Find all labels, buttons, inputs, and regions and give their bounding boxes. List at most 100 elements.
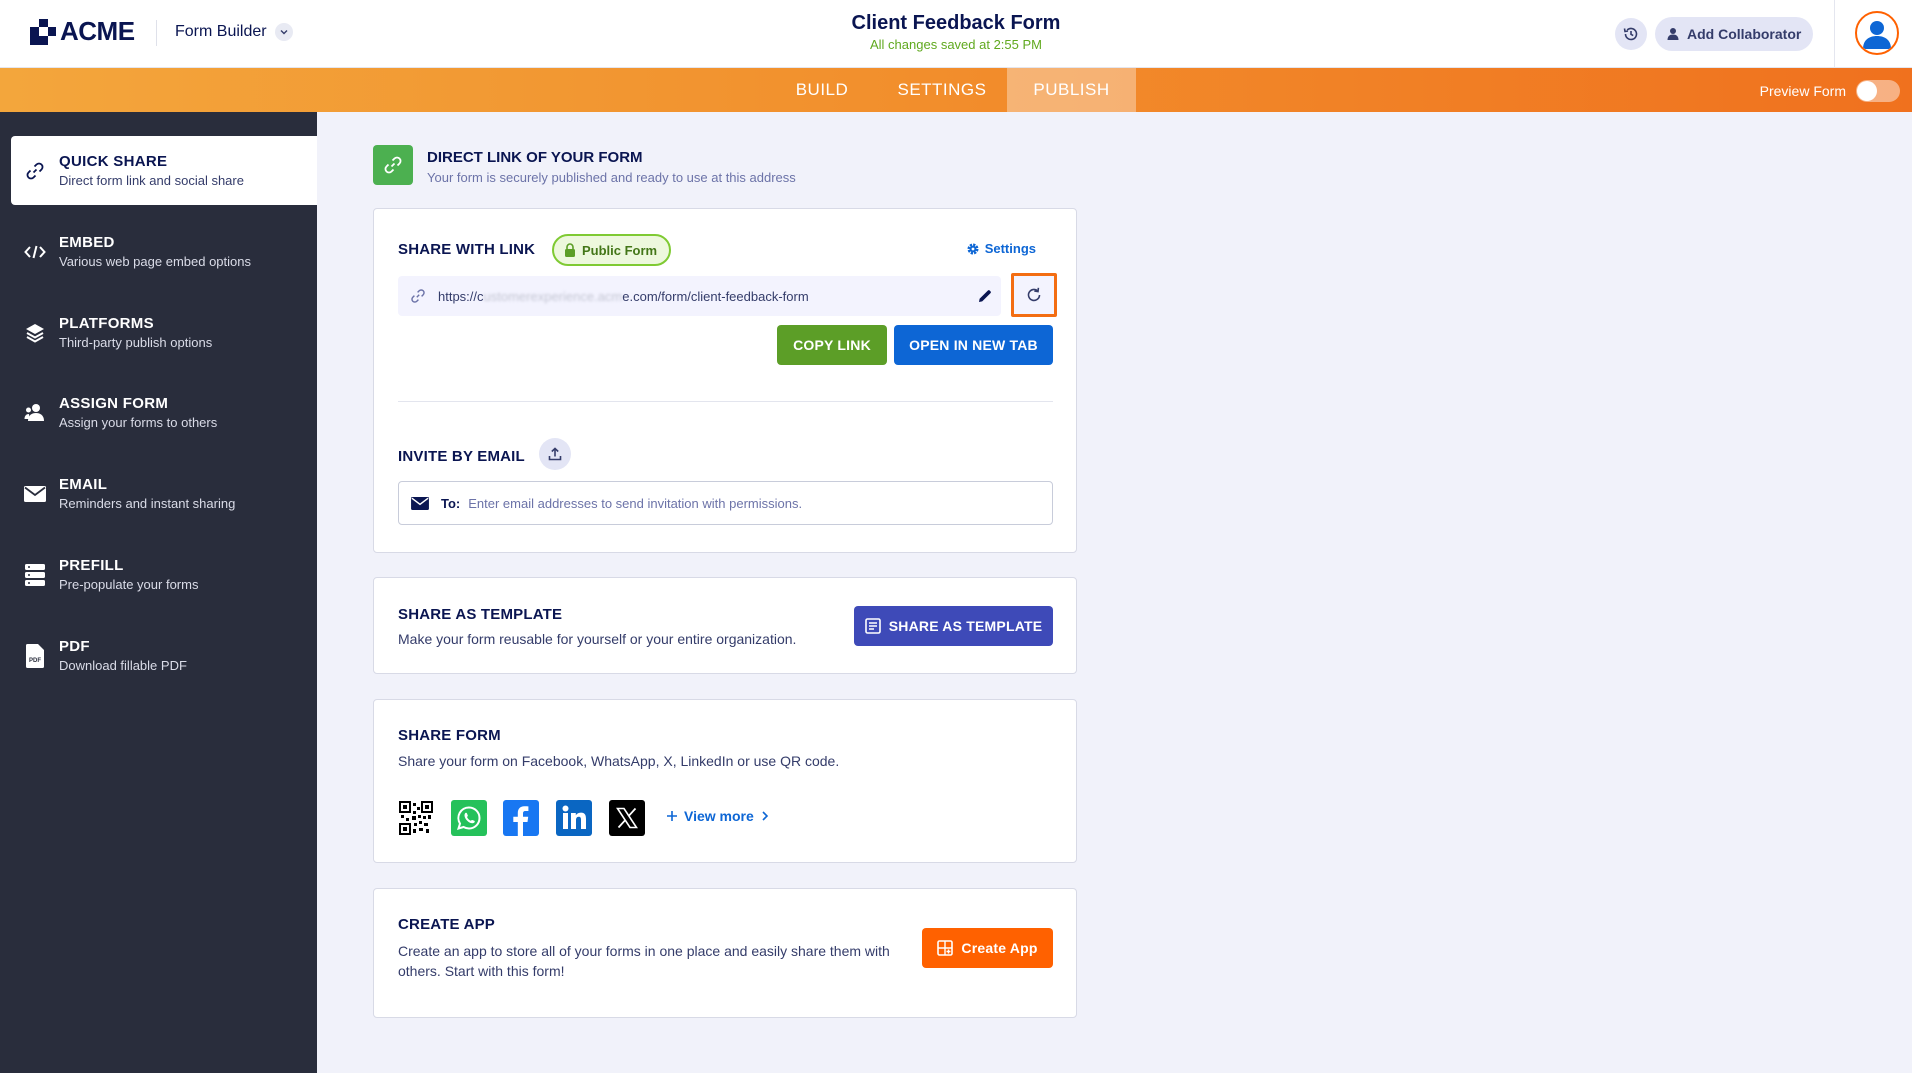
user-icon xyxy=(1863,21,1891,49)
user-avatar[interactable] xyxy=(1855,11,1899,55)
sidebar-item-title: PDF xyxy=(59,638,90,655)
layers-icon xyxy=(11,322,59,344)
envelope-icon xyxy=(11,485,59,502)
template-icon xyxy=(864,618,881,634)
sidebar-item-subtitle: Download fillable PDF xyxy=(59,658,187,673)
divider xyxy=(398,401,1053,402)
sidebar-item-title: QUICK SHARE xyxy=(59,153,168,170)
add-collaborator-button[interactable]: Add Collaborator xyxy=(1655,17,1814,51)
logo-text: ACME xyxy=(60,16,135,46)
refresh-url-button[interactable] xyxy=(1011,273,1057,317)
tab-publish[interactable]: PUBLISH xyxy=(1007,68,1136,112)
history-button[interactable] xyxy=(1615,18,1647,50)
qr-code-icon xyxy=(399,801,433,835)
sidebar-item-subtitle: Pre-populate your forms xyxy=(59,577,199,592)
link-settings-button[interactable]: Settings xyxy=(966,241,1036,256)
email-input[interactable] xyxy=(468,495,1052,511)
form-url-text: https://customerexperience.acme.com/form… xyxy=(438,289,969,304)
form-builder-label: Form Builder xyxy=(175,23,267,40)
sidebar-item-title: PREFILL xyxy=(59,557,124,574)
view-more-label: View more xyxy=(684,808,754,824)
whatsapp-icon xyxy=(457,806,481,830)
logo-mark-icon xyxy=(30,18,56,45)
share-form-description: Share your form on Facebook, WhatsApp, X… xyxy=(398,753,840,769)
invite-email-field[interactable]: To: xyxy=(398,481,1053,525)
create-app-title: CREATE APP xyxy=(398,916,496,933)
url-suffix: e.com/form/client-feedback-form xyxy=(622,288,809,304)
link-icon xyxy=(373,145,413,185)
preview-form-toggle[interactable] xyxy=(1856,80,1900,102)
email-to-label: To: xyxy=(441,495,461,511)
lock-icon xyxy=(565,243,575,257)
create-app-card: CREATE APP Create an app to store all of… xyxy=(373,888,1077,1018)
add-collaborator-label: Add Collaborator xyxy=(1687,26,1802,42)
publish-nav-bar: BUILD SETTINGS PUBLISH Preview Form xyxy=(0,68,1912,112)
view-more-button[interactable]: View more xyxy=(666,808,770,824)
top-bar: ACME Form Builder Client Feedback Form A… xyxy=(0,0,1912,68)
link-icon xyxy=(411,289,425,303)
invite-by-email-title: INVITE BY EMAIL xyxy=(398,448,525,465)
direct-link-header: DIRECT LINK OF YOUR FORM Your form is se… xyxy=(373,145,796,185)
chevron-down-icon xyxy=(274,23,293,41)
edit-url-button[interactable] xyxy=(969,288,1001,304)
preview-form-label: Preview Form xyxy=(1759,83,1846,99)
sidebar-item-prefill[interactable]: PREFILL Pre-populate your forms xyxy=(11,540,317,609)
sidebar-item-subtitle: Reminders and instant sharing xyxy=(59,496,236,511)
share-as-template-button[interactable]: SHARE AS TEMPLATE xyxy=(854,606,1053,646)
sidebar-item-title: EMBED xyxy=(59,234,115,251)
url-prefix: https://c xyxy=(438,288,484,304)
refresh-icon xyxy=(1027,287,1041,302)
toggle-knob xyxy=(1857,81,1877,101)
sidebar-item-quick-share[interactable]: QUICK SHARE Direct form link and social … xyxy=(11,136,317,205)
sidebar-item-pdf[interactable]: PDF PDF Download fillable PDF xyxy=(11,621,317,690)
sidebar-item-email[interactable]: EMAIL Reminders and instant sharing xyxy=(11,459,317,528)
publish-sidebar: QUICK SHARE Direct form link and social … xyxy=(0,112,317,1073)
share-with-link-card: SHARE WITH LINK Public Form Settings htt… xyxy=(373,208,1077,553)
acme-logo[interactable]: ACME xyxy=(30,16,135,47)
form-builder-menu[interactable]: Form Builder xyxy=(175,23,293,41)
sidebar-item-platforms[interactable]: PLATFORMS Third-party publish options xyxy=(11,298,317,367)
copy-link-button[interactable]: COPY LINK xyxy=(777,325,887,365)
upload-contacts-button[interactable] xyxy=(539,438,571,470)
direct-link-title: DIRECT LINK OF YOUR FORM xyxy=(427,149,643,166)
open-in-new-tab-button[interactable]: OPEN IN NEW TAB xyxy=(894,325,1053,365)
divider xyxy=(156,20,157,46)
user-plus-icon xyxy=(1667,28,1679,40)
facebook-share-button[interactable] xyxy=(503,800,539,836)
sidebar-item-title: ASSIGN FORM xyxy=(59,395,169,412)
share-as-template-label: SHARE AS TEMPLATE xyxy=(888,618,1043,634)
settings-label: Settings xyxy=(984,241,1036,256)
x-share-button[interactable] xyxy=(609,800,645,836)
create-app-button[interactable]: Create App xyxy=(922,928,1053,968)
link-icon xyxy=(11,161,59,181)
public-form-badge[interactable]: Public Form xyxy=(552,234,672,266)
sidebar-item-subtitle: Various web page embed options xyxy=(59,254,251,269)
share-form-card: SHARE FORM Share your form on Facebook, … xyxy=(373,699,1077,863)
upload-icon xyxy=(548,447,562,461)
whatsapp-share-button[interactable] xyxy=(451,800,487,836)
sidebar-item-subtitle: Third-party publish options xyxy=(59,335,213,350)
facebook-icon xyxy=(513,806,529,836)
preview-form: Preview Form xyxy=(1760,80,1900,102)
history-icon xyxy=(1623,27,1638,41)
chevron-right-icon xyxy=(762,811,768,821)
share-form-title: SHARE FORM xyxy=(398,727,501,744)
public-form-label: Public Form xyxy=(582,242,658,258)
share-as-template-card: SHARE AS TEMPLATE Make your form reusabl… xyxy=(373,577,1077,674)
linkedin-share-button[interactable] xyxy=(556,800,592,836)
sidebar-item-embed[interactable]: EMBED Various web page embed options xyxy=(11,217,317,286)
share-as-template-title: SHARE AS TEMPLATE xyxy=(398,606,563,623)
x-icon xyxy=(616,807,638,829)
sidebar-item-assign-form[interactable]: ASSIGN FORM Assign your forms to others xyxy=(11,378,317,447)
sidebar-item-title: PLATFORMS xyxy=(59,315,154,332)
direct-link-subtitle: Your form is securely published and read… xyxy=(427,170,796,185)
tab-settings[interactable]: SETTINGS xyxy=(877,68,1007,112)
svg-text:PDF: PDF xyxy=(29,658,41,664)
share-as-template-description: Make your form reusable for yourself or … xyxy=(398,631,797,647)
tab-build[interactable]: BUILD xyxy=(767,68,877,112)
qr-code-button[interactable] xyxy=(398,800,434,836)
sidebar-item-title: EMAIL xyxy=(59,476,108,493)
code-icon xyxy=(11,244,59,260)
pdf-file-icon: PDF xyxy=(11,643,59,668)
form-url-field[interactable]: https://customerexperience.acme.com/form… xyxy=(398,276,1001,316)
